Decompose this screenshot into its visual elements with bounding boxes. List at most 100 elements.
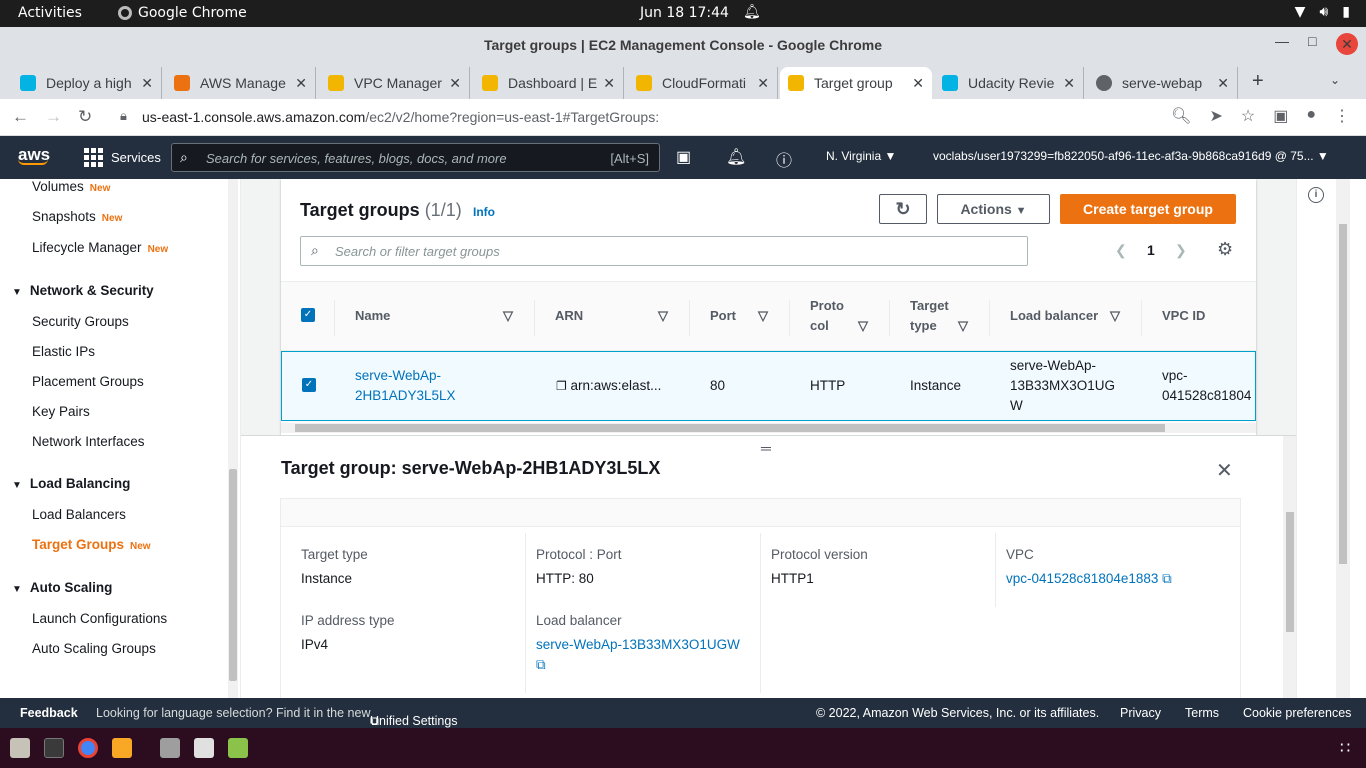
tab-7[interactable]: serve-webap ✕ [1088,67,1238,99]
sort-icon[interactable]: ▽ [758,306,768,326]
activities-button[interactable]: Activities [18,5,82,21]
sidebar-item-network-interfaces[interactable]: Network Interfaces [32,434,145,449]
sort-icon[interactable]: ▽ [503,306,513,326]
col-vpc-id[interactable]: VPC ID [1162,306,1205,326]
zoom-icon[interactable]: 🔍︎ [1171,106,1191,126]
row-name-link[interactable]: serve-WebAp- 2HB1ADY3L5LX [355,366,456,406]
sidebar-section-network[interactable]: ▼ Network & Security [12,283,154,298]
page-scrollbar[interactable] [1336,179,1350,698]
close-tab-icon[interactable]: ✕ [141,75,153,92]
scrollbar-thumb[interactable] [1286,512,1294,632]
sidebar-item-elastic-ips[interactable]: Elastic IPs [32,344,95,359]
sort-icon[interactable]: ▽ [858,316,868,336]
cookie-preferences-link[interactable]: Cookie preferences [1243,706,1351,720]
sidebar-item-security-groups[interactable]: Security Groups [32,314,129,329]
close-tab-icon[interactable]: ✕ [1217,75,1229,92]
system-tray[interactable]: ▼ 🔊︎ ▮ [1295,4,1350,20]
terms-link[interactable]: Terms [1185,706,1219,720]
row-checkbox[interactable]: ✓ [302,378,316,392]
tab-2[interactable]: VPC Manager ✕ [320,67,470,99]
feedback-link[interactable]: Feedback [20,706,78,720]
sidebar-item-target-groups[interactable]: Target Groups New [32,537,151,552]
account-menu[interactable]: voclabs/user1973299=fb822050-af96-11ec-a… [933,149,1329,163]
tab-search-icon[interactable]: ⌄ [1330,73,1340,87]
trash-icon[interactable] [228,738,248,758]
load-balancer-link[interactable]: serve-WebAp-13B33MX3O1UGW [536,637,740,652]
sidebar-item-volumes[interactable]: Volumes New [32,179,110,194]
close-tab-icon[interactable]: ✕ [1063,75,1075,92]
sidebar-item-load-balancers[interactable]: Load Balancers [32,507,126,522]
close-tab-icon[interactable]: ✕ [449,75,461,92]
privacy-link[interactable]: Privacy [1120,706,1161,720]
sidebar-item-launch-configurations[interactable]: Launch Configurations [32,611,167,626]
tab-3[interactable]: Dashboard | E ✕ [474,67,624,99]
sidebar-section-auto-scaling[interactable]: ▼ Auto Scaling [12,580,112,595]
maximize-icon[interactable]: □ [1308,33,1316,49]
sidebar-item-lifecycle-manager[interactable]: Lifecycle Manager New [32,240,168,255]
back-icon[interactable]: ← [12,107,29,127]
close-tab-icon[interactable]: ✕ [912,75,924,92]
drag-handle-icon[interactable]: ═ [761,440,771,456]
chrome-icon[interactable] [78,738,98,758]
star-icon[interactable]: ☆ [1241,106,1255,126]
screenshot-icon[interactable] [160,738,180,758]
reload-icon[interactable]: ↻ [78,107,92,127]
scrollbar-thumb[interactable] [295,424,1165,432]
select-all-checkbox[interactable]: ✓ [301,308,315,322]
details-scrollbar[interactable] [1283,436,1296,699]
sidebar-item-auto-scaling-groups[interactable]: Auto Scaling Groups [32,641,156,656]
settings-gear-icon[interactable]: ⚙ [1217,239,1233,260]
services-menu[interactable]: Services [84,148,161,167]
col-target-type[interactable]: Target type [910,296,949,336]
files-icon[interactable] [10,738,30,758]
tab-4[interactable]: CloudFormati ✕ [628,67,778,99]
notifications-icon[interactable]: 🔔︎ [726,147,746,167]
sort-icon[interactable]: ▽ [958,316,968,336]
col-arn[interactable]: ARN [555,306,583,326]
sort-icon[interactable]: ▽ [658,306,668,326]
vpc-link[interactable]: vpc-041528c81804e1883 ⧉ [1006,571,1172,587]
create-target-group-button[interactable]: Create target group [1060,194,1236,224]
col-port[interactable]: Port [710,306,736,326]
scrollbar-thumb[interactable] [229,469,237,681]
sidebar-item-placement-groups[interactable]: Placement Groups [32,374,144,389]
info-icon[interactable]: i [1308,187,1324,203]
forward-icon[interactable]: → [45,107,62,127]
table-row[interactable]: ✓ serve-WebAp- 2HB1ADY3L5LX ❐ arn:aws:ela… [281,351,1256,421]
next-page-icon[interactable]: ❯ [1175,242,1187,259]
sidebar-item-snapshots[interactable]: Snapshots New [32,209,122,224]
copy-icon[interactable]: ❐ [556,379,567,393]
col-name[interactable]: Name [355,306,390,326]
sidebar-section-load-balancing[interactable]: ▼ Load Balancing [12,476,130,491]
close-icon[interactable]: ✕ [1216,458,1233,483]
search-input[interactable]: ⌕ Search for services, features, blogs, … [171,143,660,172]
region-selector[interactable]: N. Virginia ▼ [826,149,896,163]
info-link[interactable]: Info [473,205,495,219]
clock[interactable]: Jun 18 17:44 [640,5,729,21]
filter-input[interactable]: ⌕ Search or filter target groups [300,236,1028,266]
actions-button[interactable]: Actions ▼ [937,194,1050,224]
show-apps-icon[interactable]: ∷ [1340,738,1350,758]
tab-0[interactable]: Deploy a high ✕ [12,67,162,99]
sidebar-scrollbar[interactable] [228,179,238,698]
cloudshell-icon[interactable]: ▣ [676,147,691,167]
terminal-icon[interactable] [44,738,64,758]
table-horizontal-scrollbar[interactable] [281,423,1256,433]
sidebar-item-key-pairs[interactable]: Key Pairs [32,404,90,419]
page-number[interactable]: 1 [1147,242,1155,258]
minimize-icon[interactable]: — [1275,33,1289,49]
lock-icon[interactable]: 🔒︎ [120,108,127,124]
scrollbar-thumb[interactable] [1339,224,1347,564]
close-tab-icon[interactable]: ✕ [757,75,769,92]
aws-logo[interactable]: aws [18,145,50,165]
help-icon[interactable]: ⓘ [776,147,792,171]
tab-6[interactable]: Udacity Revie ✕ [934,67,1084,99]
prev-page-icon[interactable]: ❮ [1115,242,1127,259]
sublime-icon[interactable] [112,738,132,758]
app-menu[interactable]: Google Chrome [118,5,247,21]
close-tab-icon[interactable]: ✕ [603,75,615,92]
menu-icon[interactable]: ⋮ [1334,106,1350,126]
profile-icon[interactable]: ● [1306,106,1316,126]
text-editor-icon[interactable] [194,738,214,758]
sidepanel-icon[interactable]: ▣ [1273,106,1288,126]
